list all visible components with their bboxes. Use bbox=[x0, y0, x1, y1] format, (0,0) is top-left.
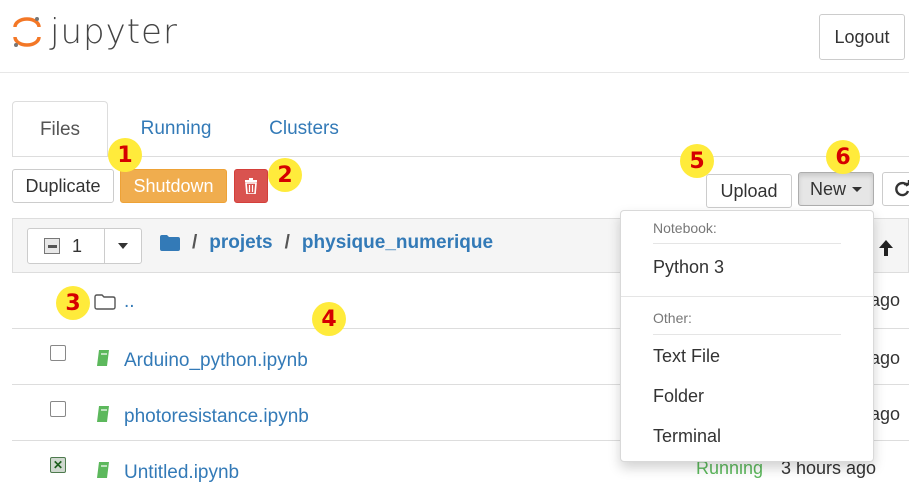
row-checkbox[interactable] bbox=[50, 345, 66, 361]
file-name[interactable]: Untitled.ipynb bbox=[124, 462, 239, 484]
breadcrumb-item-projets[interactable]: projets bbox=[209, 232, 272, 254]
modified-time: ago bbox=[870, 348, 901, 368]
annotation-marker-1: 1 bbox=[108, 138, 142, 172]
breadcrumb-separator: / bbox=[284, 232, 290, 253]
menu-header-other: Other: bbox=[653, 310, 692, 326]
annotation-marker-2: 2 bbox=[268, 158, 302, 192]
breadcrumb-item-physique-numerique[interactable]: physique_numerique bbox=[302, 232, 493, 254]
header-divider bbox=[0, 72, 909, 73]
tab-files[interactable]: Files bbox=[12, 101, 108, 157]
select-menu-button[interactable] bbox=[104, 228, 142, 264]
tabs-divider bbox=[12, 156, 909, 157]
annotation-marker-5: 5 bbox=[680, 144, 714, 178]
menu-header-notebook: Notebook: bbox=[653, 220, 717, 236]
annotation-marker-3: 3 bbox=[56, 286, 90, 320]
breadcrumb-separator: / bbox=[192, 232, 198, 253]
upload-button[interactable]: Upload bbox=[706, 174, 792, 208]
annotation-marker-4: 4 bbox=[312, 302, 346, 336]
notebook-icon bbox=[97, 406, 109, 422]
folder-icon[interactable] bbox=[160, 235, 180, 251]
select-all-checkbox[interactable] bbox=[44, 238, 60, 254]
logo-text: jupyter bbox=[50, 12, 178, 52]
file-name[interactable]: .. bbox=[124, 291, 135, 313]
selected-count: 1 bbox=[72, 235, 83, 256]
new-button-label: New bbox=[809, 178, 846, 199]
arrow-up-icon bbox=[879, 240, 893, 256]
row-checkbox[interactable] bbox=[50, 401, 66, 417]
notebook-icon bbox=[97, 462, 109, 478]
menu-divider bbox=[653, 334, 841, 335]
notebook-icon bbox=[97, 350, 109, 366]
file-name[interactable]: Arduino_python.ipynb bbox=[124, 350, 308, 372]
jupyter-logo[interactable]: jupyter bbox=[12, 12, 178, 52]
modified-time: ago bbox=[870, 290, 901, 310]
menu-item-folder[interactable]: Folder bbox=[653, 386, 704, 407]
trash-icon bbox=[245, 178, 257, 194]
menu-item-python3[interactable]: Python 3 bbox=[653, 257, 724, 278]
tab-clusters[interactable]: Clusters bbox=[250, 101, 358, 157]
jupyter-logo-icon bbox=[13, 17, 41, 47]
shutdown-button[interactable]: Shutdown bbox=[120, 169, 227, 203]
annotation-marker-6: 6 bbox=[826, 140, 860, 174]
logout-button[interactable]: Logout bbox=[819, 14, 905, 60]
refresh-icon bbox=[895, 180, 909, 197]
file-name[interactable]: photoresistance.ipynb bbox=[124, 406, 309, 428]
row-checkbox-checked[interactable]: ✕ bbox=[50, 457, 66, 473]
modified-time: ago bbox=[870, 404, 901, 424]
caret-down-icon bbox=[118, 243, 128, 249]
select-all-control[interactable]: 1 bbox=[27, 228, 105, 264]
breadcrumb: / projets / physique_numerique bbox=[160, 232, 493, 254]
menu-divider bbox=[621, 296, 873, 297]
folder-outline-icon bbox=[94, 294, 116, 310]
new-button[interactable]: New bbox=[798, 172, 874, 206]
menu-item-terminal[interactable]: Terminal bbox=[653, 426, 721, 447]
delete-button[interactable] bbox=[234, 169, 268, 203]
menu-divider bbox=[653, 243, 841, 244]
refresh-button[interactable] bbox=[882, 172, 909, 206]
new-dropdown-menu: Notebook: Python 3 Other: Text File Fold… bbox=[620, 210, 874, 462]
duplicate-button[interactable]: Duplicate bbox=[12, 169, 114, 203]
menu-item-text-file[interactable]: Text File bbox=[653, 346, 720, 367]
caret-down-icon bbox=[852, 186, 862, 192]
